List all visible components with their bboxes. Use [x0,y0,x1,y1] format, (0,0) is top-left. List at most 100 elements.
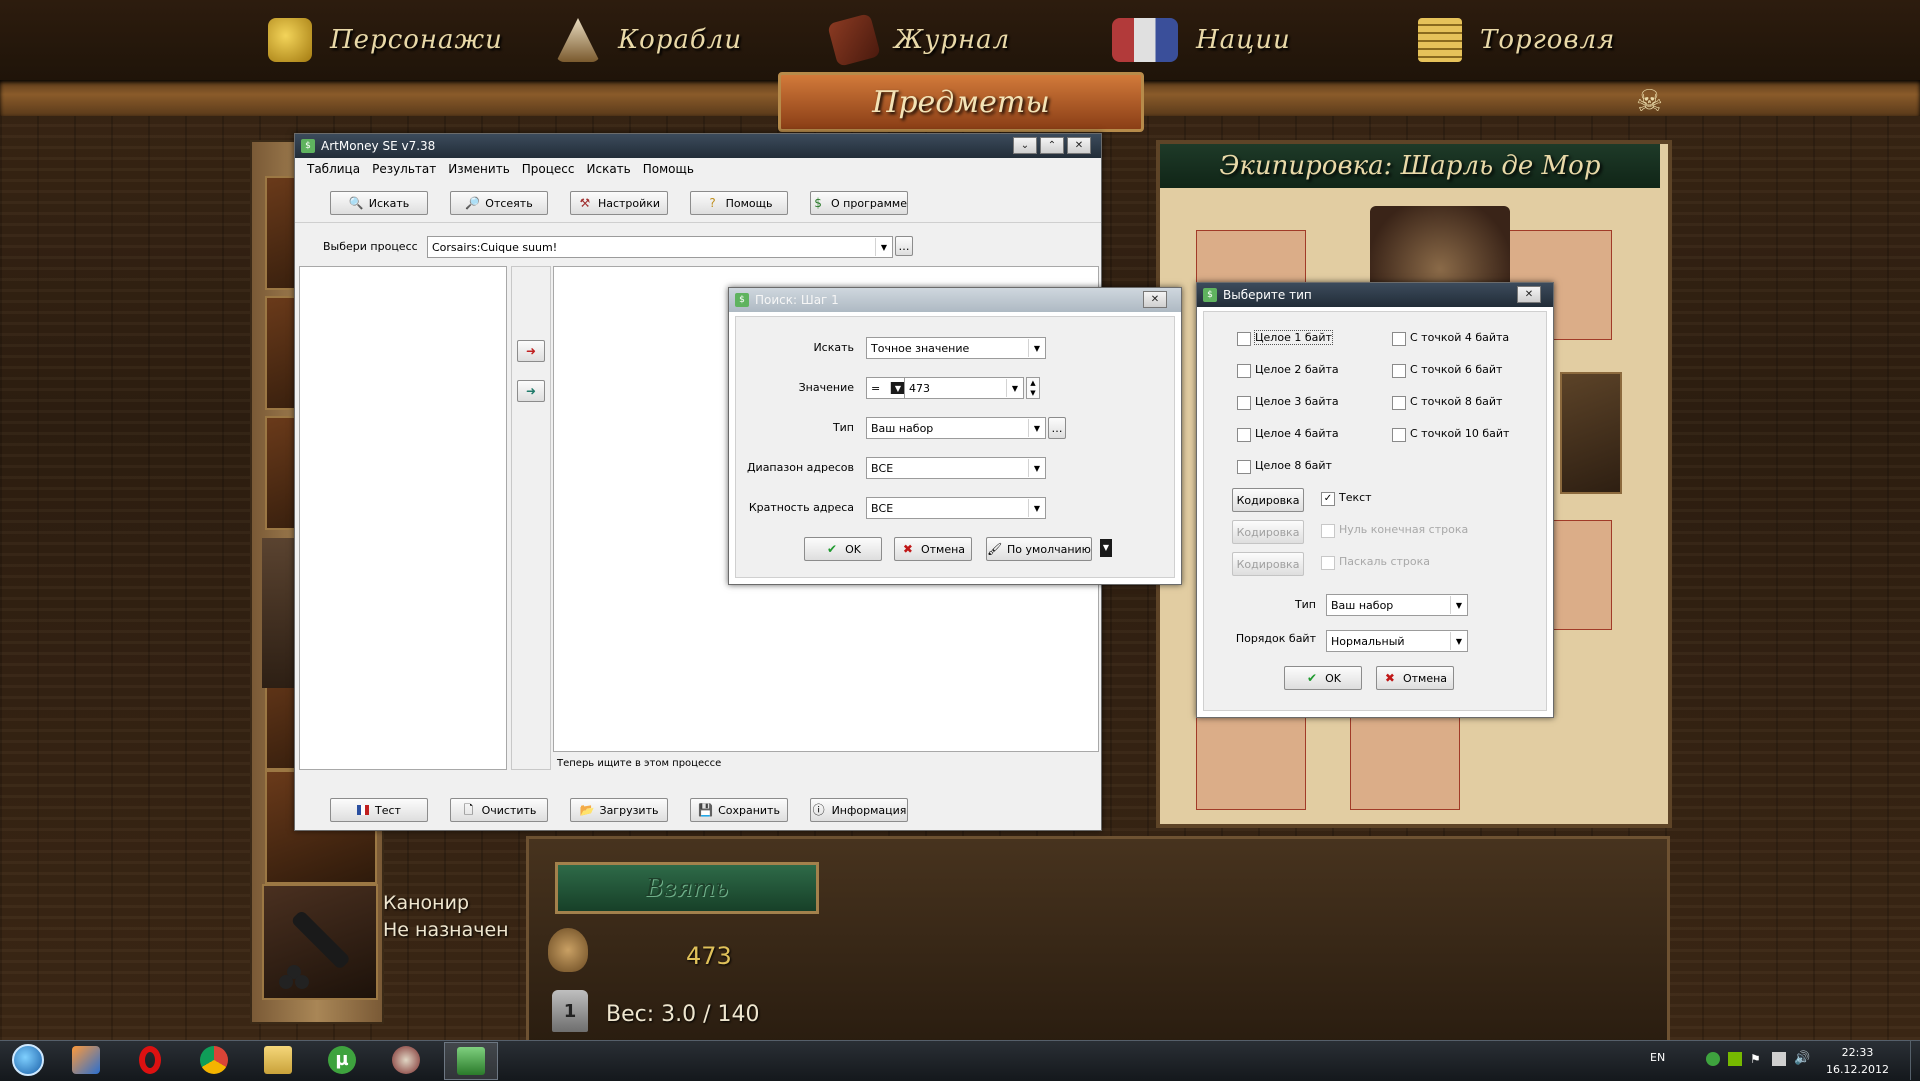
close-button[interactable]: ✕ [1067,137,1091,154]
search-mode-label: Искать [813,341,854,354]
nav-ships[interactable]: Корабли [556,10,742,70]
take-button[interactable]: Взять [555,862,819,914]
byte-order-select[interactable]: Нормальный ▼ [1326,630,1468,652]
artmoney-titlebar[interactable]: $ ArtMoney SE v7.38 ⌄ ⌃ ✕ [295,134,1101,158]
windows-start-icon [12,1044,44,1076]
artmoney-icon [457,1047,485,1075]
close-button[interactable]: ✕ [1517,286,1541,303]
float6-checkbox[interactable] [1392,364,1406,378]
nvidia-icon[interactable] [1728,1052,1742,1066]
process-select[interactable]: Corsairs:Cuique suum! ▼ [427,236,893,258]
close-button[interactable]: ✕ [1143,291,1167,308]
null-terminated-checkbox[interactable] [1321,524,1335,538]
network-icon[interactable] [1772,1052,1786,1066]
cannoneer-status: Не назначен [383,919,509,941]
float4-checkbox[interactable] [1392,332,1406,346]
taskbar-chrome[interactable] [188,1042,240,1078]
encoding-pascal-button[interactable]: Кодировка [1232,552,1304,576]
menu-table[interactable]: Таблица [307,162,360,176]
volume-icon[interactable]: 🔊 [1794,1052,1810,1066]
taskbar-corsairs[interactable] [380,1042,432,1078]
skull-icon[interactable]: ☠ [1636,84,1663,119]
cannon-icon[interactable] [262,884,378,1000]
value-spinner[interactable]: ▲ ▼ [1026,377,1040,399]
test-button[interactable]: Тест [330,798,428,822]
search-button[interactable]: 🔍 Искать [330,191,428,215]
default-button[interactable]: 🖌 По умолчанию [986,537,1092,561]
about-button[interactable]: $ О программе [810,191,908,215]
taskbar-explorer[interactable] [252,1042,304,1078]
taskbar-utorrent[interactable]: µ [316,1042,368,1078]
value-operator-select[interactable]: = ▼ [866,377,906,399]
filter-button[interactable]: 🔎 Отсеять [450,191,548,215]
dropdown-arrow-icon[interactable]: ▼ [1100,539,1112,557]
int8-checkbox[interactable] [1237,460,1251,474]
taskbar-artmoney[interactable] [444,1042,498,1080]
int1-checkbox[interactable] [1237,332,1251,346]
type-select[interactable]: Ваш набор ▼ [866,417,1046,439]
type-select[interactable]: Ваш набор ▼ [1326,594,1468,616]
journal-icon [827,13,881,67]
info-icon: ⓘ [812,803,825,817]
value-input[interactable]: 473 ▼ [904,377,1024,399]
menu-edit[interactable]: Изменить [448,162,510,176]
nav-nations[interactable]: Нации [1112,10,1291,70]
cancel-button[interactable]: ✖ Отмена [894,537,972,561]
start-button[interactable] [2,1042,54,1078]
sword-icon[interactable] [1560,372,1622,494]
clock[interactable]: 22:33 16.12.2012 [1826,1044,1889,1078]
process-browse-button[interactable]: … [895,236,913,256]
nav-characters[interactable]: Персонажи [268,10,503,70]
ok-button[interactable]: ✔ OK [1284,666,1362,690]
search-mode-select[interactable]: Точное значение ▼ [866,337,1046,359]
taskbar-opera[interactable] [124,1042,176,1078]
menu-search[interactable]: Искать [587,162,631,176]
type-browse-button[interactable]: … [1048,417,1066,439]
move-right-all-button[interactable]: ➜ [517,380,545,402]
ok-button[interactable]: ✔ OK [804,537,882,561]
load-button[interactable]: 📂 Загрузить [570,798,668,822]
cancel-button[interactable]: ✖ Отмена [1376,666,1454,690]
language-indicator[interactable]: EN [1650,1051,1665,1064]
menu-result[interactable]: Результат [372,162,436,176]
float10-checkbox[interactable] [1392,428,1406,442]
text-checkbox[interactable]: ✓ [1321,492,1335,506]
address-range-label: Диапазон адресов [746,461,854,474]
nav-journal[interactable]: Журнал [827,10,1010,70]
search-dialog-titlebar[interactable]: $ Поиск: Шаг 1 ✕ [729,288,1181,312]
float8-checkbox[interactable] [1392,396,1406,410]
collapse-button[interactable]: ⌄ [1013,137,1037,154]
type-dialog-titlebar[interactable]: $ Выберите тип ✕ [1197,283,1553,307]
utorrent-tray-icon[interactable] [1706,1052,1720,1066]
int1-label: Целое 1 байт [1254,330,1333,345]
int2-checkbox[interactable] [1237,364,1251,378]
address-align-value: ВСЕ [871,501,894,515]
search-mode-value: Точное значение [871,341,970,355]
settings-button[interactable]: ⚒ Настройки [570,191,668,215]
items-tab[interactable]: Предметы [778,72,1144,132]
chrome-icon [200,1046,228,1074]
save-button[interactable]: 💾 Сохранить [690,798,788,822]
search-list-pane[interactable] [299,266,507,770]
help-button[interactable]: ? Помощь [690,191,788,215]
address-align-select[interactable]: ВСЕ ▼ [866,497,1046,519]
encoding-null-button[interactable]: Кодировка [1232,520,1304,544]
filter-button-label: Отсеять [485,196,533,210]
menu-process[interactable]: Процесс [522,162,575,176]
encoding-button[interactable]: Кодировка [1232,488,1304,512]
taskbar-media-player[interactable] [60,1042,112,1078]
move-right-button[interactable]: ➜ [517,340,545,362]
expand-button[interactable]: ⌃ [1040,137,1064,154]
int3-checkbox[interactable] [1237,396,1251,410]
nav-trade[interactable]: Торговля [1418,10,1615,70]
type-dialog-body: Целое 1 байт Целое 2 байта Целое 3 байта… [1203,311,1547,711]
show-desktop-button[interactable] [1910,1040,1920,1080]
clear-button[interactable]: 🗋 Очистить [450,798,548,822]
pascal-string-checkbox[interactable] [1321,556,1335,570]
action-center-flag-icon[interactable]: ⚑ [1750,1052,1764,1066]
info-button[interactable]: ⓘ Информация [810,798,908,822]
cancel-button-label: Отмена [920,542,966,556]
menu-help[interactable]: Помощь [643,162,694,176]
int4-checkbox[interactable] [1237,428,1251,442]
address-range-select[interactable]: ВСЕ ▼ [866,457,1046,479]
